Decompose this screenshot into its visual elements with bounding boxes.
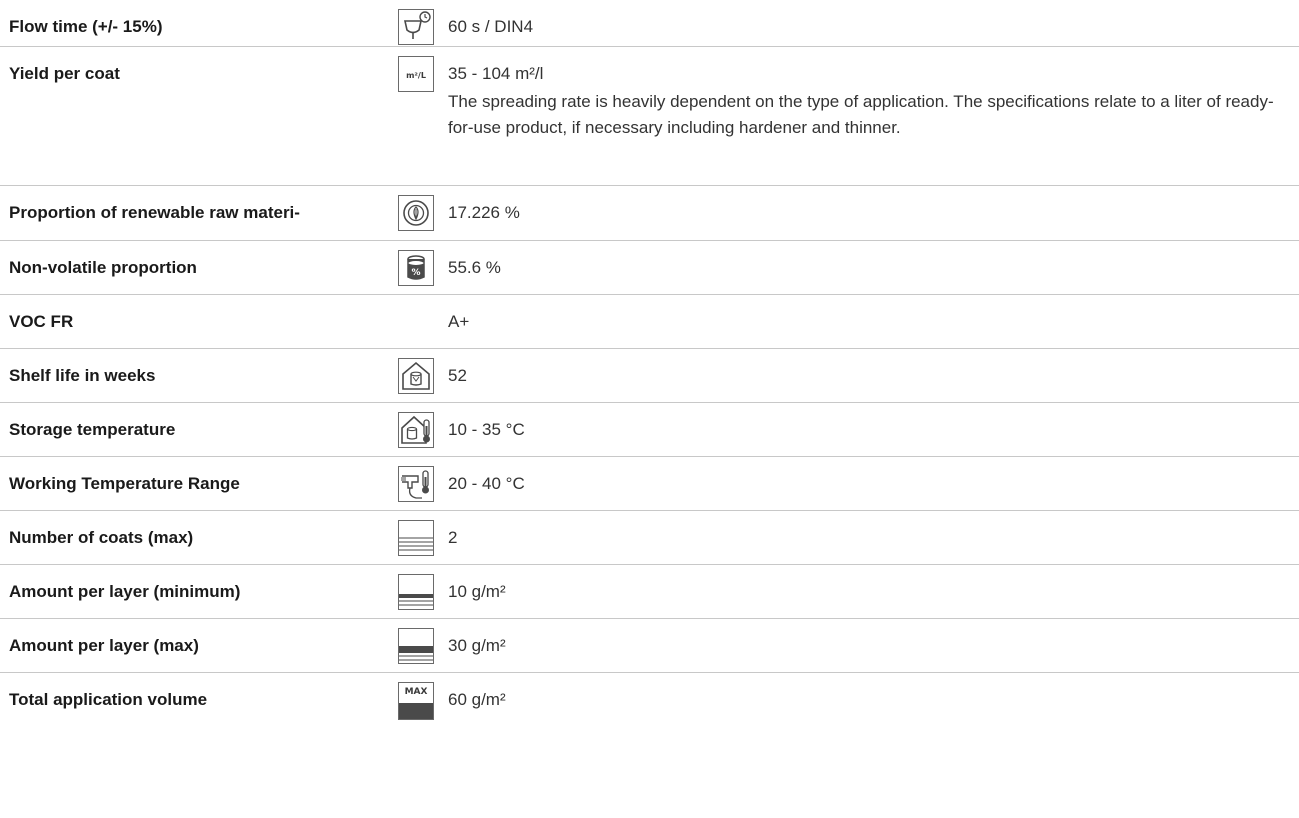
row-label: Yield per coat xyxy=(9,64,120,83)
icon-text: m²/L xyxy=(406,71,426,80)
row-label: Flow time (+/- 15%) xyxy=(9,17,163,36)
row-value: 35 - 104 m²/l xyxy=(448,64,544,83)
table-row: Non-volatile proportion % 55.6 % xyxy=(0,241,1299,295)
row-label: VOC FR xyxy=(9,312,74,331)
row-label: Amount per layer (minimum) xyxy=(9,582,241,601)
table-row: Amount per layer (minimum) 10 g/m² xyxy=(0,565,1299,619)
table-row: Total application volume MAX 60 g/m² xyxy=(0,673,1299,733)
renewable-leaf-icon xyxy=(398,195,448,231)
row-note: The spreading rate is heavily dependent … xyxy=(448,92,1274,137)
m2-per-liter-icon: m²/L xyxy=(398,56,448,92)
flow-cup-timer-icon xyxy=(398,9,448,45)
row-label: Total application volume xyxy=(9,690,208,709)
house-can-thermometer-icon xyxy=(398,412,448,448)
row-label: Working Temperature Range xyxy=(9,474,240,493)
spec-table: Flow time (+/- 15%) 60 s / DIN4 Yield pe… xyxy=(0,0,1299,733)
table-row: VOC FR A+ xyxy=(0,295,1299,349)
svg-text:%: % xyxy=(411,268,420,278)
row-value: 55.6 % xyxy=(448,258,501,277)
icon-text: MAX xyxy=(405,687,428,697)
can-percent-icon: % xyxy=(398,250,448,286)
row-label: Shelf life in weeks xyxy=(9,366,156,385)
spray-gun-thermometer-icon xyxy=(398,466,448,502)
row-label: Number of coats (max) xyxy=(9,528,194,547)
row-label: Storage temperature xyxy=(9,420,176,439)
total-volume-max-icon: MAX xyxy=(398,682,448,720)
row-label: Amount per layer (max) xyxy=(9,636,199,655)
table-row: Storage temperature 10 - 35 °C xyxy=(0,403,1299,457)
table-row: Number of coats (max) 2 xyxy=(0,511,1299,565)
row-value: 52 xyxy=(448,366,467,385)
row-value: 10 g/m² xyxy=(448,582,506,601)
row-value: 20 - 40 °C xyxy=(448,474,525,493)
table-row: Flow time (+/- 15%) 60 s / DIN4 xyxy=(0,0,1299,47)
table-row: Shelf life in weeks 52 xyxy=(0,349,1299,403)
table-row: Yield per coat m²/L 35 - 104 m²/l The sp… xyxy=(0,47,1299,186)
row-value: 60 g/m² xyxy=(448,690,506,709)
row-value: A+ xyxy=(448,312,470,331)
table-row: Amount per layer (max) 30 g/m² xyxy=(0,619,1299,673)
row-label: Non-volatile proportion xyxy=(9,258,197,277)
row-value: 17.226 % xyxy=(448,203,520,222)
layers-icon xyxy=(398,520,448,556)
table-row: Working Temperature Range 20 - 40 °C xyxy=(0,457,1299,511)
layers-max-icon xyxy=(398,628,448,664)
table-row: Proportion of renewable raw materi- 17.2… xyxy=(0,186,1299,241)
house-can-icon xyxy=(398,358,448,394)
row-value: 2 xyxy=(448,528,458,547)
row-value: 10 - 35 °C xyxy=(448,420,525,439)
layers-min-icon xyxy=(398,574,448,610)
row-value: 30 g/m² xyxy=(448,636,506,655)
row-value: 60 s / DIN4 xyxy=(448,17,534,36)
row-label: Proportion of renewable raw materi- xyxy=(9,203,300,222)
